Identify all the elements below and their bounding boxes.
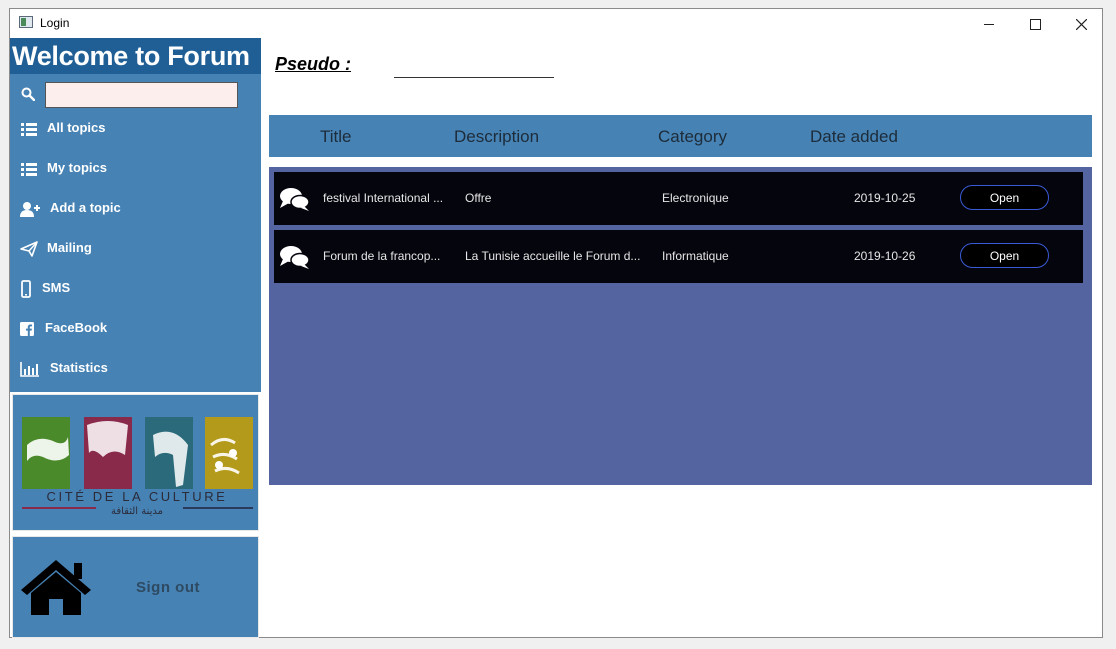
signout-link[interactable]: Sign out: [136, 579, 200, 596]
window-icon: [19, 16, 33, 28]
sidebar-item-statistics[interactable]: Statistics: [10, 353, 261, 385]
topics-header: Title Description Category Date added: [269, 115, 1092, 157]
sidebar-item-mailing[interactable]: Mailing: [10, 233, 261, 265]
sidebar-item-label: Mailing: [47, 240, 92, 255]
logo-arabic-text: مدينة الثقافة: [111, 506, 163, 517]
sidebar-item-label: Statistics: [50, 360, 108, 375]
sidebar-item-facebook[interactable]: FaceBook: [10, 313, 261, 345]
sidebar-item-label: My topics: [47, 160, 107, 175]
column-header-title: Title: [320, 127, 352, 146]
title-bar[interactable]: Login: [10, 9, 1102, 38]
topic-title: Forum de la francop...: [323, 249, 441, 263]
topic-description: Offre: [465, 191, 492, 205]
logo-text: CITÉ DE LA CULTURE: [47, 489, 228, 504]
column-header-date-added: Date added: [810, 127, 898, 146]
minimize-icon: [984, 23, 994, 25]
close-icon: [1075, 18, 1087, 31]
list-icon: [21, 123, 37, 136]
column-header-description: Description: [454, 127, 540, 146]
open-button[interactable]: Open: [960, 243, 1049, 268]
topic-category: Informatique: [662, 249, 729, 263]
sidebar-item-add-topic[interactable]: Add a topic: [10, 193, 261, 225]
pseudo-value-field: [394, 77, 554, 78]
culture-logo-panel: CITÉ DE LA CULTURE مدينة الثقافة: [12, 394, 259, 531]
minimize-button[interactable]: [966, 9, 1012, 38]
column-header-category: Category: [658, 127, 727, 146]
search-row: [10, 80, 261, 110]
mobile-icon: [21, 280, 31, 298]
sidebar-item-my-topics[interactable]: My topics: [10, 153, 261, 185]
close-button[interactable]: [1058, 9, 1104, 38]
app-window: Login Welcome to Forum All topics My top…: [9, 8, 1103, 638]
sidebar-menu: All topics My topics Add a topic Mailing…: [10, 74, 261, 392]
sidebar-item-label: All topics: [47, 120, 106, 135]
topic-description: La Tunisie accueille le Forum d...: [465, 249, 640, 263]
topic-row: festival International ... Offre Electro…: [274, 172, 1083, 225]
pseudo-label: Pseudo :: [275, 54, 352, 74]
maximize-button[interactable]: [1012, 9, 1058, 38]
sidebar-item-label: SMS: [42, 280, 71, 295]
sidebar-item-label: FaceBook: [45, 320, 108, 335]
maximize-icon: [1029, 18, 1041, 30]
topic-category: Electronique: [662, 191, 729, 205]
sidebar-item-label: Add a topic: [50, 200, 121, 215]
topics-list: festival International ... Offre Electro…: [269, 167, 1092, 485]
paper-plane-icon: [20, 241, 38, 257]
bar-chart-icon: [20, 362, 39, 377]
topic-date: 2019-10-26: [854, 249, 916, 263]
welcome-title: Welcome to Forum: [10, 38, 261, 74]
list-icon: [21, 163, 37, 176]
cite-de-la-culture-logo: CITÉ DE LA CULTURE مدينة الثقافة: [22, 417, 253, 517]
home-icon[interactable]: [19, 557, 93, 617]
search-icon: [21, 87, 35, 101]
comments-icon: [280, 246, 310, 269]
topic-row: Forum de la francop... La Tunisie accuei…: [274, 230, 1083, 283]
facebook-icon: [20, 322, 34, 336]
sidebar-item-all-topics[interactable]: All topics: [10, 113, 261, 145]
topic-date: 2019-10-25: [854, 191, 916, 205]
sidebar: Welcome to Forum All topics My topics Ad…: [10, 38, 261, 638]
signout-panel: Sign out: [12, 536, 259, 638]
window-title: Login: [40, 16, 70, 30]
topic-title: festival International ...: [323, 191, 444, 205]
user-plus-icon: [20, 202, 40, 217]
search-input[interactable]: [45, 82, 238, 108]
sidebar-item-sms[interactable]: SMS: [10, 273, 261, 305]
comments-icon: [280, 188, 310, 211]
open-button[interactable]: Open: [960, 185, 1049, 210]
